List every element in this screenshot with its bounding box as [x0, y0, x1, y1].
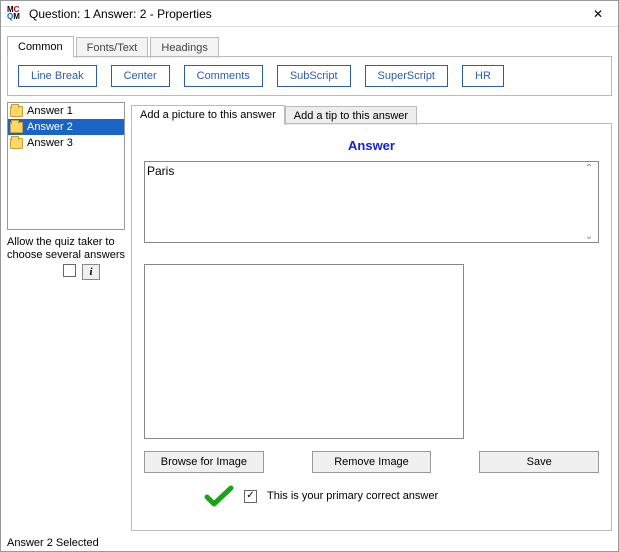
answer-text-wrap: ⌃ ⌄ — [144, 161, 599, 246]
button-label: HR — [475, 70, 491, 82]
remove-image-button[interactable]: Remove Image — [312, 451, 432, 473]
tab-common[interactable]: Common — [7, 36, 74, 58]
allow-multiple-label: Allow the quiz taker to choose several a… — [7, 236, 125, 262]
titlebar: MC QM Question: 1 Answer: 2 - Properties… — [1, 1, 618, 27]
content-area: Add a picture to this answer Add a tip t… — [131, 102, 612, 531]
primary-answer-label: This is your primary correct answer — [267, 490, 438, 502]
button-label: SuperScript — [378, 70, 435, 82]
allow-multiple-checkbox[interactable] — [63, 264, 76, 277]
tree-item-label: Answer 3 — [27, 137, 73, 149]
primary-answer-row: ✓ This is your primary correct answer — [144, 485, 599, 507]
primary-answer-checkbox[interactable]: ✓ — [244, 490, 257, 503]
checkbox-mark-icon: ✓ — [246, 491, 254, 501]
button-label: Browse for Image — [161, 456, 247, 468]
checkmark-icon — [204, 485, 234, 507]
browse-image-button[interactable]: Browse for Image — [144, 451, 264, 473]
app-icon: MC QM — [7, 6, 23, 22]
button-label: Center — [124, 70, 157, 82]
sidebar: Answer 1 Answer 2 Answer 3 Allow the qui… — [7, 102, 125, 531]
subtab-label: Add a tip to this answer — [294, 110, 408, 122]
answer-panel: Answer ⌃ ⌄ Browse for Image Remove Image… — [131, 124, 612, 531]
button-label: Remove Image — [334, 456, 409, 468]
status-bar: Answer 2 Selected — [1, 535, 618, 551]
window-title: Question: 1 Answer: 2 - Properties — [29, 7, 584, 21]
tree-item-label: Answer 1 — [27, 105, 73, 117]
tree-item-label: Answer 2 — [27, 121, 73, 133]
dialog-window: MC QM Question: 1 Answer: 2 - Properties… — [0, 0, 619, 552]
tab-label: Fonts/Text — [87, 42, 138, 54]
line-break-button[interactable]: Line Break — [18, 65, 97, 87]
center-button[interactable]: Center — [111, 65, 170, 87]
tree-item-answer-1[interactable]: Answer 1 — [8, 103, 124, 119]
button-label: Save — [527, 456, 552, 468]
close-icon: ✕ — [593, 7, 603, 21]
info-icon: i — [89, 266, 92, 278]
main-area: Answer 1 Answer 2 Answer 3 Allow the qui… — [1, 102, 618, 535]
status-text: Answer 2 Selected — [1, 535, 121, 551]
tab-label: Common — [18, 41, 63, 53]
tree-item-answer-3[interactable]: Answer 3 — [8, 135, 124, 151]
folder-icon — [10, 138, 23, 149]
image-button-row: Browse for Image Remove Image Save — [144, 451, 599, 473]
answer-heading: Answer — [144, 138, 599, 153]
image-preview-box — [144, 264, 464, 439]
answers-tree[interactable]: Answer 1 Answer 2 Answer 3 — [7, 102, 125, 230]
subscript-button[interactable]: SubScript — [277, 65, 351, 87]
tab-headings[interactable]: Headings — [150, 37, 218, 58]
main-tabstrip: Common Fonts/Text Headings — [1, 27, 618, 57]
subtab-add-picture[interactable]: Add a picture to this answer — [131, 105, 285, 125]
info-button[interactable]: i — [82, 264, 100, 280]
tab-fonts-text[interactable]: Fonts/Text — [76, 37, 149, 58]
subtab-label: Add a picture to this answer — [140, 109, 276, 121]
tab-label: Headings — [161, 42, 207, 54]
folder-icon — [10, 106, 23, 117]
folder-icon — [10, 122, 23, 133]
hr-button[interactable]: HR — [462, 65, 504, 87]
save-button[interactable]: Save — [479, 451, 599, 473]
comments-button[interactable]: Comments — [184, 65, 263, 87]
button-label: SubScript — [290, 70, 338, 82]
formatting-toolbar: Line Break Center Comments SubScript Sup… — [7, 57, 612, 96]
allow-multiple-controls: i — [63, 264, 125, 280]
answer-textarea[interactable] — [144, 161, 599, 243]
tree-item-answer-2[interactable]: Answer 2 — [8, 119, 124, 135]
close-button[interactable]: ✕ — [584, 4, 612, 24]
button-label: Line Break — [31, 70, 84, 82]
superscript-button[interactable]: SuperScript — [365, 65, 448, 87]
sub-tabstrip: Add a picture to this answer Add a tip t… — [131, 102, 612, 124]
button-label: Comments — [197, 70, 250, 82]
